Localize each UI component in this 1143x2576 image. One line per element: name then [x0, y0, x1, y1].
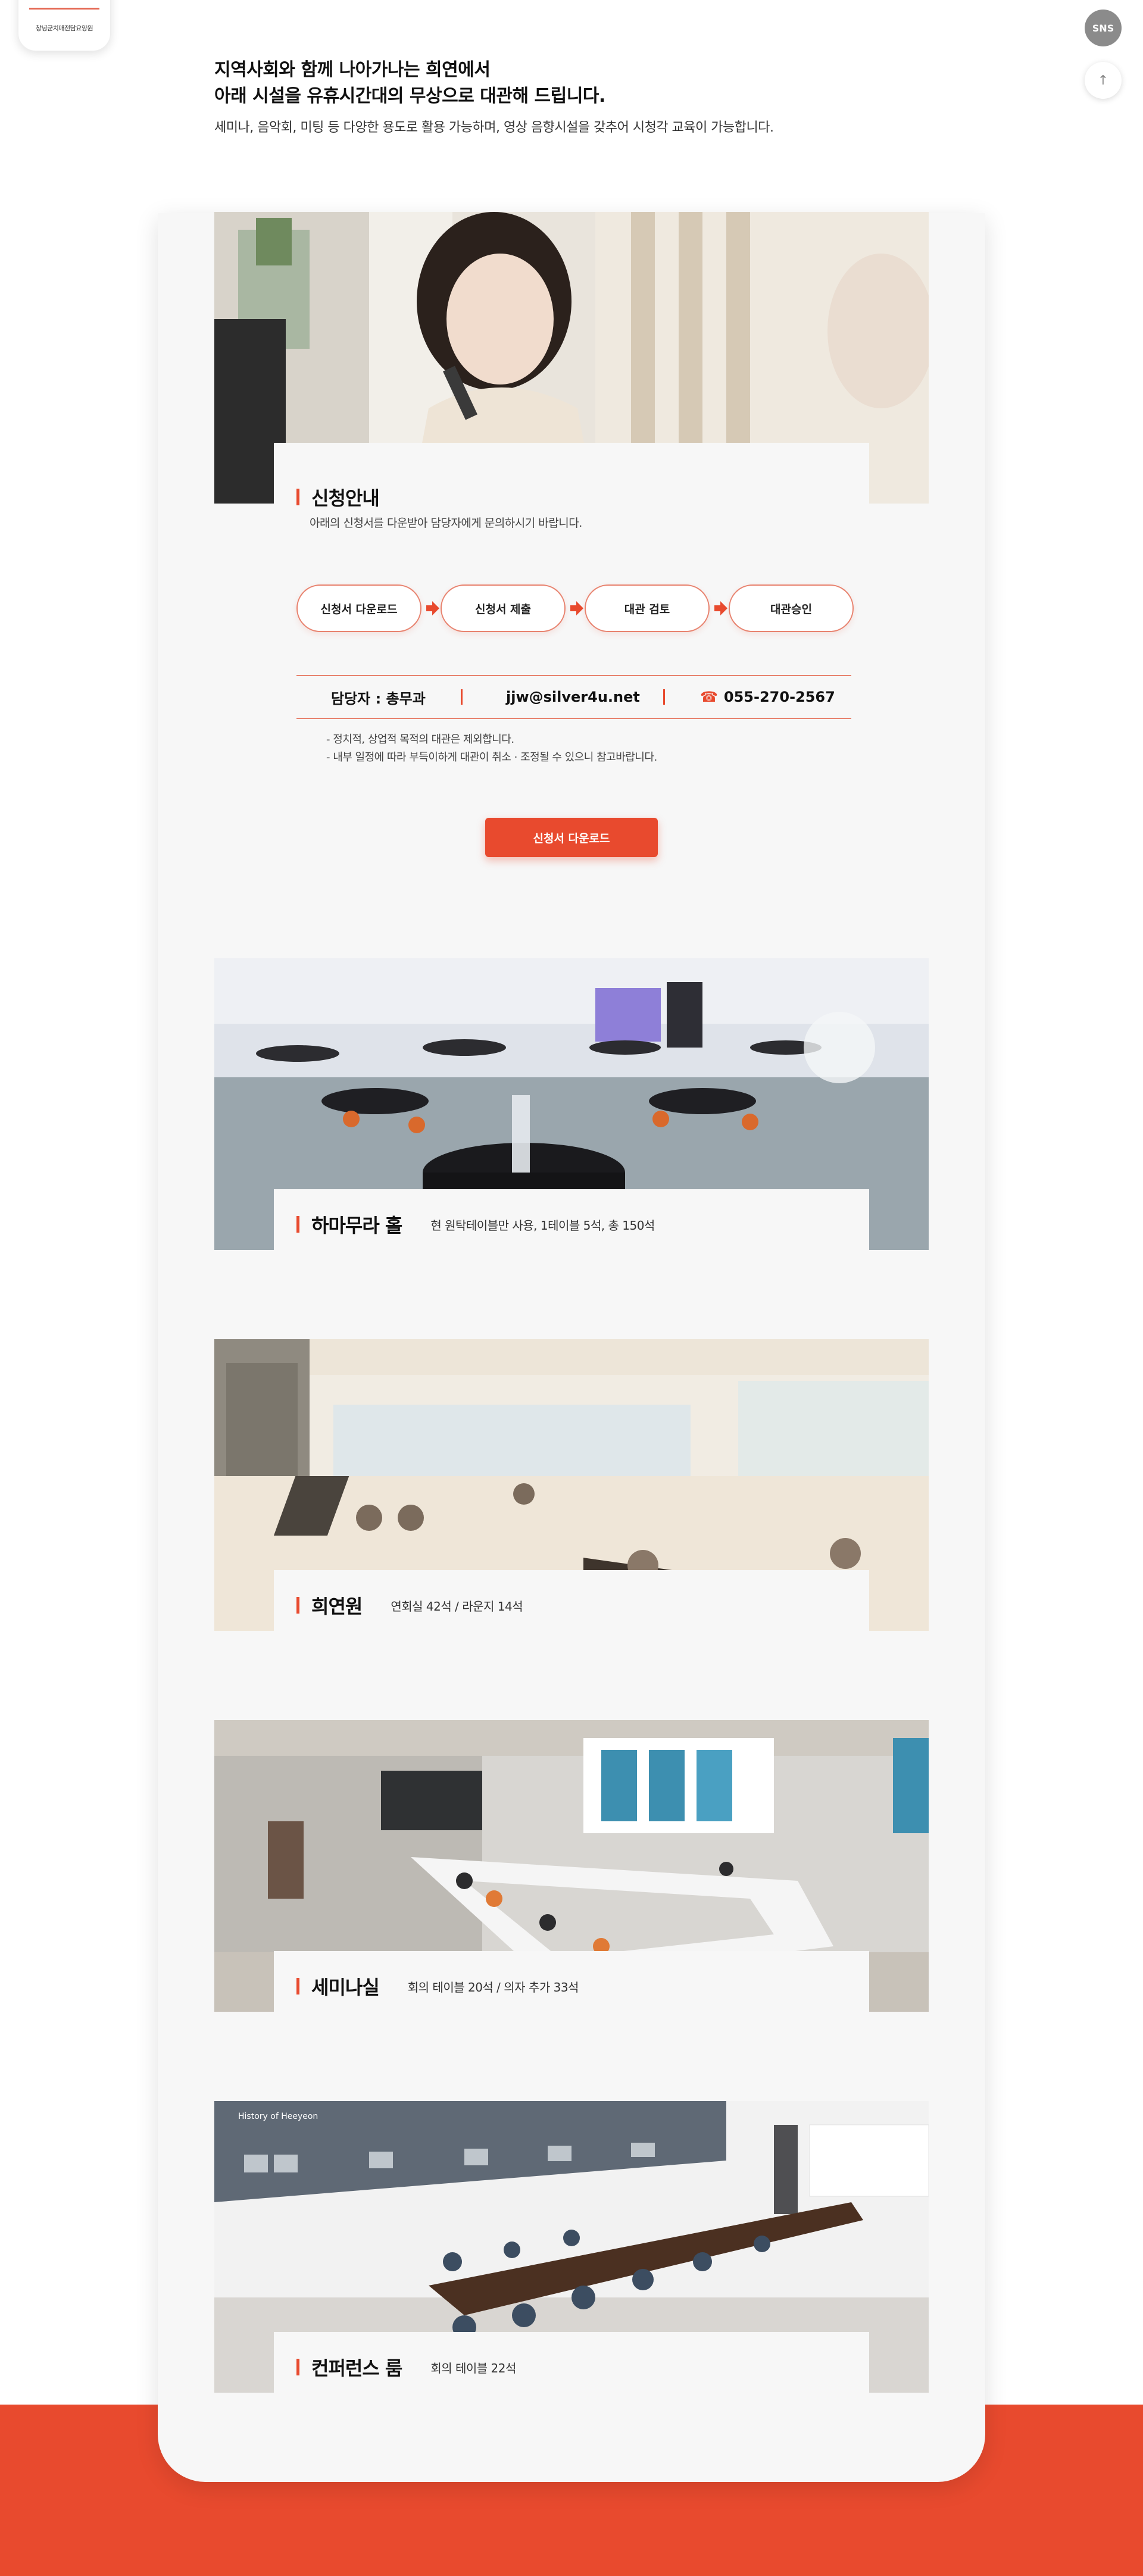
note-item: - 내부 일정에 따라 부득이하게 대관이 취소 · 조정될 수 있으니 참고바… — [326, 751, 657, 764]
contact-manager: 담당자 : 총무과 — [331, 690, 426, 707]
scroll-top-button[interactable]: ↑ — [1085, 62, 1122, 99]
contact-phone-wrap: ☎ 055-270-2567 — [700, 676, 835, 718]
logo-badge[interactable]: 창녕군치매전담요양원 — [18, 0, 111, 51]
intro-heading-line1: 지역사회와 함께 나아가나는 희연에서 — [214, 60, 491, 80]
title-accent-bar — [296, 1978, 299, 1994]
intro-description: 세미나, 음악회, 미팅 등 다양한 용도로 활용 가능하며, 영상 음향시설을… — [214, 120, 774, 135]
phone-icon: ☎ — [700, 689, 718, 705]
logo-bar — [29, 8, 99, 10]
apply-title: 신청안내 — [311, 487, 380, 509]
contact-info: 담당자 : 총무과 jjw@silver4u.net ☎ 055-270-256… — [296, 675, 851, 719]
contact-phone[interactable]: 055-270-2567 — [724, 689, 835, 705]
hall-title-row: 하마무라 홀 현 원탁테이블만 사용, 1테이블 5석, 총 150석 — [274, 1189, 869, 1238]
step-approve: 대관승인 — [729, 584, 854, 632]
note-item: - 정치적, 상업적 목적의 대관은 제외합니다. — [326, 733, 514, 746]
hall-info-panel: 하마무라 홀 현 원탁테이블만 사용, 1테이블 5석, 총 150석 — [274, 1189, 869, 1250]
title-accent-bar — [296, 489, 299, 505]
step-review: 대관 검토 — [585, 584, 710, 632]
title-accent-bar — [296, 1216, 299, 1233]
sns-button[interactable]: SNS — [1085, 10, 1122, 46]
step-submit: 신청서 제출 — [441, 584, 566, 632]
conference-title: 컨퍼런스 룸 — [311, 2357, 402, 2380]
apply-title-row: 신청안내 — [274, 443, 869, 511]
arrow-right-icon — [426, 601, 439, 615]
banquet-info-panel: 희연원 연회실 42석 / 라운지 14석 — [274, 1570, 869, 1631]
seminar-description: 회의 테이블 20석 / 의자 추가 33석 — [407, 1980, 579, 1994]
hall-description: 현 원탁테이블만 사용, 1테이블 5석, 총 150석 — [430, 1218, 655, 1233]
seminar-title-row: 세미나실 회의 테이블 20석 / 의자 추가 33석 — [274, 1951, 869, 2000]
intro-heading-line2: 아래 시설을 유휴시간대의 무상으로 대관해 드립니다. — [214, 86, 605, 107]
conference-info-panel: 컨퍼런스 룸 회의 테이블 22석 — [274, 2332, 869, 2393]
banquet-description: 연회실 42석 / 라운지 14석 — [391, 1599, 523, 1614]
title-accent-bar — [296, 1597, 299, 1614]
contact-email[interactable]: jjw@silver4u.net — [506, 676, 640, 718]
download-application-button[interactable]: 신청서 다운로드 — [485, 818, 658, 857]
intro-section: 지역사회와 함께 나아가나는 희연에서 아래 시설을 유휴시간대의 무상으로 대… — [214, 57, 988, 136]
conference-description: 회의 테이블 22석 — [430, 2361, 516, 2375]
apply-steps: 신청서 다운로드 신청서 제출 대관 검토 대관승인 — [296, 584, 854, 632]
logo-text: 창녕군치매전담요양원 — [35, 24, 93, 32]
arrow-right-icon — [714, 601, 727, 615]
apply-description: 아래의 신청서를 다운받아 담당자에게 문의하시기 바랍니다. — [310, 517, 582, 530]
step-download: 신청서 다운로드 — [296, 584, 421, 632]
hall-title: 하마무라 홀 — [311, 1214, 402, 1237]
seminar-info-panel: 세미나실 회의 테이블 20석 / 의자 추가 33석 — [274, 1951, 869, 2012]
banquet-title: 희연원 — [311, 1595, 363, 1618]
seminar-title: 세미나실 — [311, 1976, 380, 1999]
contact-divider — [663, 689, 665, 705]
title-accent-bar — [296, 2359, 299, 2375]
conference-banner-text: History of Heeyeon — [238, 2112, 318, 2121]
arrow-up-icon: ↑ — [1097, 73, 1109, 88]
intro-heading: 지역사회와 함께 나아가나는 희연에서 아래 시설을 유휴시간대의 무상으로 대… — [214, 57, 988, 110]
contact-divider — [461, 689, 463, 705]
apply-notes: - 정치적, 상업적 목적의 대관은 제외합니다. - 내부 일정에 따라 부득… — [326, 731, 657, 767]
arrow-right-icon — [570, 601, 583, 615]
conference-title-row: 컨퍼런스 룸 회의 테이블 22석 — [274, 2332, 869, 2381]
banquet-title-row: 희연원 연회실 42석 / 라운지 14석 — [274, 1570, 869, 1619]
